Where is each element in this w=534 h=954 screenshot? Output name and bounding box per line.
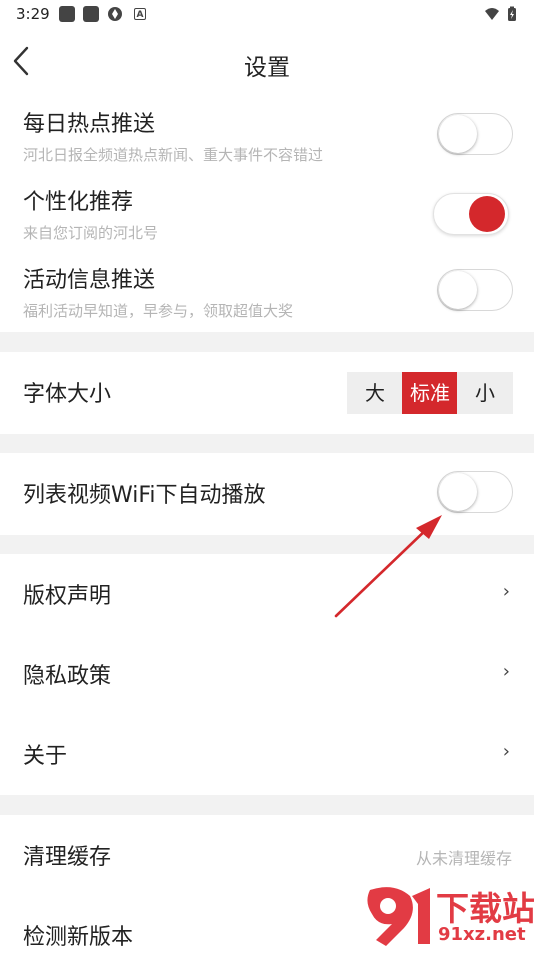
font-size-large-option[interactable]: 大 bbox=[347, 372, 403, 414]
notification-icon bbox=[59, 6, 75, 22]
section-divider bbox=[0, 332, 534, 352]
font-size-standard-option[interactable]: 标准 bbox=[402, 372, 458, 414]
sync-icon bbox=[108, 7, 122, 21]
page-title: 设置 bbox=[244, 55, 290, 81]
privacy-policy-link[interactable]: 隐私政策 › bbox=[0, 634, 534, 714]
chevron-right-icon: › bbox=[502, 741, 510, 762]
status-time: 3:29 bbox=[16, 5, 50, 23]
daily-hot-push-toggle[interactable] bbox=[437, 113, 513, 155]
site-watermark: 下载站 91xz.net bbox=[360, 882, 534, 950]
font-size-small-option[interactable]: 小 bbox=[457, 372, 513, 414]
wifi-icon bbox=[485, 8, 499, 20]
title-bar: 设置 bbox=[0, 30, 534, 94]
toggle-knob bbox=[439, 271, 477, 309]
about-link[interactable]: 关于 › bbox=[0, 714, 534, 795]
personalized-recommend-toggle[interactable] bbox=[433, 193, 509, 235]
section-divider bbox=[0, 795, 534, 815]
link-label: 隐私政策 bbox=[23, 664, 112, 689]
font-size-label: 字体大小 bbox=[23, 382, 112, 407]
app-notification-icon: A bbox=[134, 8, 146, 20]
copyright-link[interactable]: 版权声明 › bbox=[0, 554, 534, 634]
video-autoplay-toggle[interactable] bbox=[437, 471, 513, 513]
setting-subtitle: 来自您订阅的河北号 bbox=[23, 224, 159, 242]
watermark-url: 91xz.net bbox=[438, 924, 526, 945]
link-label: 版权声明 bbox=[23, 584, 112, 609]
event-push-toggle[interactable] bbox=[437, 269, 513, 311]
battery-icon bbox=[508, 6, 516, 21]
setting-subtitle: 福利活动早知道，早参与，领取超值大奖 bbox=[23, 302, 294, 320]
cache-status: 从未清理缓存 bbox=[415, 849, 512, 868]
setting-title: 活动信息推送 bbox=[23, 268, 156, 293]
clear-cache-label: 清理缓存 bbox=[23, 845, 112, 870]
watermark-title: 下载站 bbox=[436, 889, 534, 928]
setting-row-daily-hot-push: 每日热点推送 河北日报全频道热点新闻、重大事件不容错过 bbox=[0, 96, 534, 174]
chevron-right-icon: › bbox=[502, 581, 510, 602]
setting-title: 个性化推荐 bbox=[23, 190, 134, 215]
link-label: 关于 bbox=[23, 744, 68, 769]
setting-row-personalized-recommend: 个性化推荐 来自您订阅的河北号 bbox=[0, 174, 534, 252]
chevron-right-icon: › bbox=[502, 661, 510, 682]
toggle-knob bbox=[469, 196, 505, 232]
setting-subtitle: 河北日报全频道热点新闻、重大事件不容错过 bbox=[23, 146, 324, 164]
section-divider bbox=[0, 535, 534, 554]
section-divider bbox=[0, 434, 534, 453]
notification-icon bbox=[83, 6, 99, 22]
toggle-knob bbox=[439, 115, 477, 153]
setting-title: 每日热点推送 bbox=[23, 112, 156, 137]
check-update-label: 检测新版本 bbox=[23, 925, 134, 950]
setting-row-video-autoplay: 列表视频WiFi下自动播放 bbox=[0, 453, 534, 535]
setting-row-event-push: 活动信息推送 福利活动早知道，早参与，领取超值大奖 bbox=[0, 252, 534, 332]
status-bar: 3:29 A bbox=[0, 0, 534, 30]
toggle-knob bbox=[439, 473, 477, 511]
video-autoplay-label: 列表视频WiFi下自动播放 bbox=[23, 483, 266, 508]
